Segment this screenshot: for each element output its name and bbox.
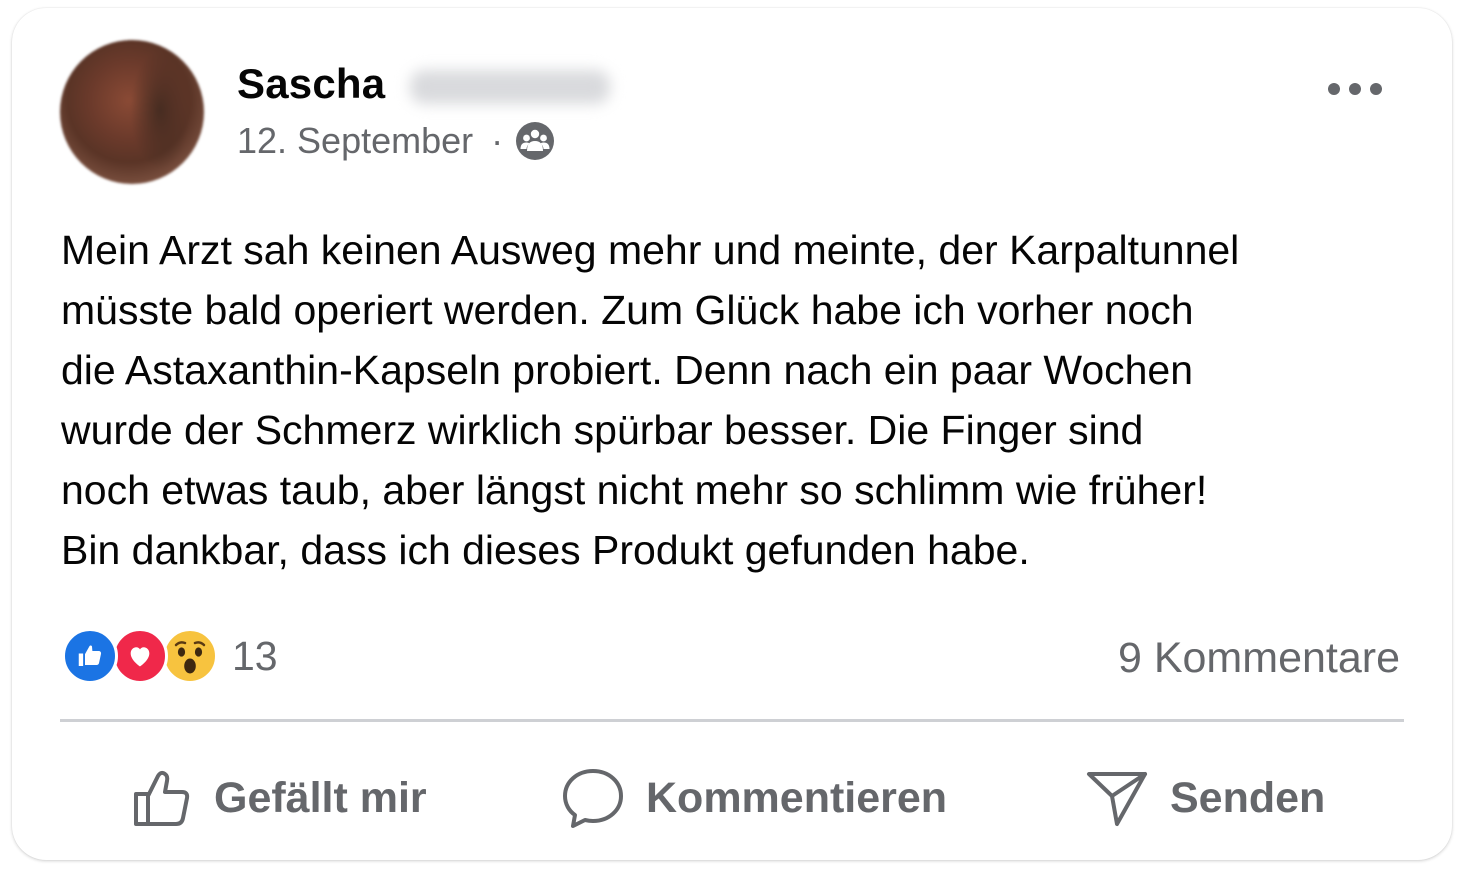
- thumbs-up-icon: [134, 770, 190, 826]
- avatar[interactable]: [60, 40, 204, 184]
- like-reaction-icon: [62, 628, 118, 684]
- more-dot: [1328, 83, 1340, 95]
- send-icon: [1087, 772, 1147, 826]
- like-button-label: Gefällt mir: [214, 773, 427, 822]
- like-button[interactable]: Gefällt mir: [130, 762, 427, 834]
- comment-bubble-icon: [563, 769, 623, 828]
- author-name[interactable]: Sascha: [237, 60, 385, 108]
- love-reaction-icon: [112, 628, 168, 684]
- comments-count-link[interactable]: 9 Kommentare: [1118, 634, 1400, 683]
- more-options-icon[interactable]: [1328, 78, 1382, 100]
- more-dot: [1370, 83, 1382, 95]
- send-button[interactable]: Senden: [1084, 762, 1325, 834]
- meta-separator: ·: [491, 120, 504, 161]
- post-meta: 12. September ·: [237, 120, 555, 162]
- comment-button-label: Kommentieren: [646, 773, 948, 822]
- more-dot: [1349, 83, 1361, 95]
- friends-group-icon[interactable]: [515, 121, 555, 161]
- wow-reaction-icon: [162, 628, 218, 684]
- post-card: Sascha 12. September · Mein Arzt sah kei…: [12, 8, 1452, 860]
- post-date[interactable]: 12. September: [237, 120, 473, 162]
- divider: [60, 719, 1404, 722]
- post-text: Mein Arzt sah keinen Ausweg mehr und mei…: [61, 227, 1240, 573]
- send-button-label: Senden: [1170, 773, 1326, 822]
- reaction-summary[interactable]: 13: [62, 626, 278, 686]
- author-last-name-blurred: [410, 70, 610, 104]
- reaction-count[interactable]: 13: [232, 633, 278, 680]
- comment-button[interactable]: Kommentieren: [560, 762, 947, 834]
